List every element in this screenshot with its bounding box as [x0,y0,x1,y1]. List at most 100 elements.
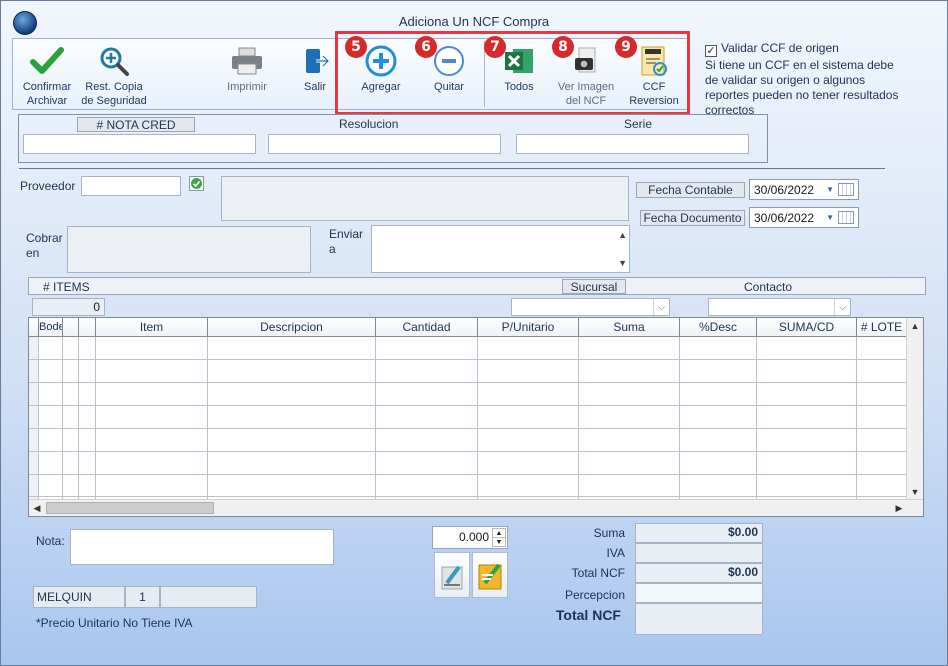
badge-7: 7 [484,36,506,58]
contacto-select[interactable]: ⌵ [708,298,851,316]
grid-row-line [29,359,907,360]
price-note: *Precio Unitario No Tiene IVA [36,616,193,630]
iva-value [635,543,763,563]
grid-col [208,337,376,500]
highlight-frame [335,31,690,115]
checkmark-icon [30,45,64,77]
grid-col [478,337,579,500]
badge-8: 8 [552,36,574,58]
validate-ccf-label: Validar CCF de origen [721,41,839,55]
print-button[interactable]: Imprimir [223,45,271,94]
grid-header-suma[interactable]: Suma [579,318,680,337]
percepcion-value [635,583,763,603]
scroll-up-icon[interactable]: ▲ [618,230,627,240]
serie-label: Serie [624,117,653,131]
scroll-down-icon[interactable]: ▼ [618,258,627,268]
scroll-right-icon[interactable]: ▶ [891,500,907,516]
divider [19,168,885,169]
nota-input[interactable] [70,529,334,565]
enviar-textarea[interactable]: ▲ ▼ [371,225,630,273]
stepper-down-icon[interactable]: ▼ [492,537,506,547]
validate-ccf-panel: ✓ Validar CCF de origen Si tiene un CCF e… [705,41,905,118]
zoom-plus-icon [97,45,131,77]
badge-6: 6 [415,36,437,58]
grand-total-value [635,603,763,635]
exit-button[interactable]: Salir [293,45,337,94]
validate-ccf-checkbox[interactable]: ✓ [705,45,717,57]
iva-label: IVA [606,546,625,560]
grid-col [757,337,857,500]
nota-label: Nota: [36,534,65,548]
fecha-contable-picker[interactable]: 30/06/2022 ▼ [749,179,859,200]
grand-total-label: Total NCF [555,607,621,623]
grid-header-desc[interactable]: %Desc [680,318,757,337]
proveedor-input[interactable] [81,176,181,196]
nota-cred-input[interactable] [23,134,256,154]
scroll-down-icon[interactable]: ▼ [907,484,923,500]
badge-9: 9 [615,36,637,58]
calendar-icon [838,183,854,196]
grid-vertical-scrollbar[interactable]: ▲ ▼ [906,318,923,500]
proveedor-lookup-button[interactable] [189,176,204,191]
items-label: # ITEMS [43,280,90,294]
percepcion-label: Percepcion [564,588,625,602]
badge-5: 5 [345,36,367,58]
grid-row-line [29,496,907,497]
resolucion-label: Resolucion [339,117,399,131]
grid-row-line [29,382,907,383]
grid-header-punitario[interactable]: P/Unitario [478,318,579,337]
total-ncf-value: $0.00 [635,563,763,583]
window-title: Adiciona Un NCF Compra [398,14,550,29]
items-count: 0 [32,298,105,316]
grid-row-line [29,451,907,452]
grid-header-descripcion[interactable]: Descripcion [208,318,376,337]
calendar-icon [838,211,854,224]
chevron-down-icon: ▼ [826,185,834,194]
grid-col [376,337,478,500]
grid-row-header [29,318,39,337]
scroll-up-icon[interactable]: ▲ [907,318,923,334]
quantity-value: 0.000 [458,530,489,544]
edit-document-icon [441,565,463,590]
cobrar-box [67,226,311,273]
sucursal-label: Sucursal [562,279,626,294]
sucursal-select[interactable]: ⌵ [511,298,670,316]
validate-ccf-row: ✓ Validar CCF de origen [705,41,905,57]
edit-yellow-button[interactable] [472,552,508,598]
cobrar-label: Cobrar en [26,231,63,260]
edit-note-button[interactable] [434,552,470,598]
grid-horizontal-scrollbar[interactable]: ◀ ▶ [29,499,923,516]
confirm-archive-button[interactable]: Confirmar Archivar [19,45,75,108]
grid-header-cantidad[interactable]: Cantidad [376,318,478,337]
restore-backup-button[interactable]: Rest. Copia de Seguridad [79,45,149,108]
chevron-down-icon: ⌵ [653,299,669,315]
user-number: 1 [125,586,160,608]
grid-col [96,337,208,500]
exit-label: Salir [303,81,326,93]
user-name: MELQUIN [33,586,125,608]
grid-header-sumacd[interactable]: SUMA/CD [757,318,857,337]
grid-header-blank-a [63,318,79,337]
contacto-label: Contacto [744,280,793,294]
resolucion-input[interactable] [268,134,501,154]
grid-header-bodega[interactable]: Bodega [39,318,63,337]
proveedor-detail-box [221,176,629,221]
grid-header-item[interactable]: Item [96,318,208,337]
chevron-down-icon: ▼ [826,213,834,222]
fecha-contable-value: 30/06/2022 [754,183,815,197]
items-grid[interactable]: Bodega Item Descripcion Cantidad P/Unita… [28,317,924,517]
grid-col [63,337,79,500]
grid-row-line [29,474,907,475]
scroll-thumb[interactable] [46,502,214,514]
grid-row-line [29,405,907,406]
grid-col [680,337,757,500]
print-label: Imprimir [227,81,267,93]
fecha-documento-label: Fecha Documento [640,210,745,226]
grid-header-lote[interactable]: # LOTE [857,318,907,337]
quantity-stepper[interactable]: 0.000 ▲ ▼ [432,526,508,549]
fecha-documento-picker[interactable]: 30/06/2022 ▼ [749,207,859,228]
serie-input[interactable] [516,134,749,154]
scroll-left-icon[interactable]: ◀ [29,500,45,516]
check-circle-icon [191,178,202,189]
grid-row-line [29,428,907,429]
